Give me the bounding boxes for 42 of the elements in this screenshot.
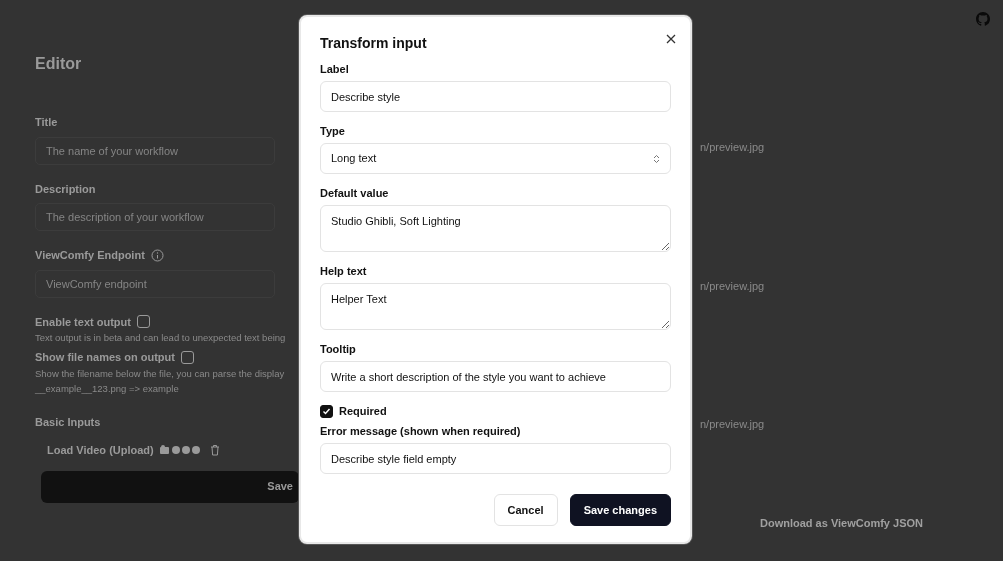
cancel-button[interactable]: Cancel xyxy=(493,494,558,526)
editor-heading: Editor xyxy=(35,54,83,74)
field-label: Help text xyxy=(320,264,368,278)
help-text: Show the filename below the file, you can parse the display xyxy=(35,366,285,381)
trash-icon[interactable] xyxy=(209,444,220,457)
dialog-title: Transform input xyxy=(320,34,428,53)
checkbox-label: Required xyxy=(339,404,387,418)
text-field[interactable]: ViewComfy endpoint xyxy=(35,269,275,298)
checkbox[interactable] xyxy=(136,315,150,329)
select-field[interactable]: Long text xyxy=(320,143,671,174)
field-label: Default value xyxy=(320,186,390,200)
field-label: Type xyxy=(320,124,346,138)
save-button[interactable]: Save xyxy=(41,470,299,503)
info-icon xyxy=(150,248,164,262)
option-label: Enable text output xyxy=(35,314,131,330)
field-label: Error message (shown when required) xyxy=(320,424,522,438)
text-field[interactable]: The name of your workflow xyxy=(35,136,275,165)
text-field[interactable]: Write a short description of the style you want to achieve xyxy=(320,361,671,392)
section-heading: Basic Inputs xyxy=(35,414,102,430)
text-area[interactable]: Helper Text xyxy=(320,283,671,330)
field-value: n/preview.jpg xyxy=(700,417,765,432)
text-area[interactable]: Studio Ghibli, Soft Lighting xyxy=(320,205,671,252)
text-field[interactable]: The description of your workflow xyxy=(35,203,275,231)
field-value: n/preview.jpg xyxy=(700,140,765,155)
text-field[interactable]: Describe style field empty xyxy=(320,443,671,474)
field-label: Title xyxy=(35,115,58,130)
option-label: Show file names on output xyxy=(35,350,175,365)
chevron-icon xyxy=(653,153,660,164)
field-label: Label xyxy=(320,62,350,76)
field-label: ViewComfy Endpoint xyxy=(35,248,145,263)
field-label: Tooltip xyxy=(320,342,357,356)
download-button[interactable]: Download as ViewComfy JSON xyxy=(760,515,923,532)
save-changes-button[interactable]: Save changes xyxy=(569,494,671,526)
checkbox[interactable] xyxy=(180,350,194,364)
check-icon xyxy=(322,406,331,416)
text-field[interactable]: Describe style xyxy=(320,81,671,112)
field-value: n/preview.jpg xyxy=(700,278,765,294)
field-label: Description xyxy=(35,181,96,197)
help-text: Text output is in beta and can lead to unexpected text being xyxy=(35,331,286,345)
checkbox[interactable] xyxy=(320,404,333,418)
input-name: Load Video (Upload) xyxy=(47,443,154,458)
help-text: __example__123.png => example xyxy=(35,381,179,396)
